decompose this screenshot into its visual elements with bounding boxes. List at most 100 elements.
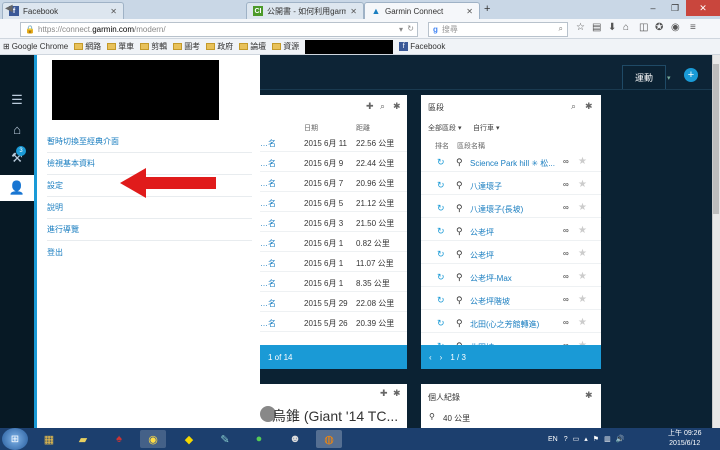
segment-name[interactable]: 公老坪-Max [470,273,562,284]
filter-all-segments[interactable]: 全部區段 ▾ [428,123,461,133]
tab-crossword[interactable]: CI 公開書 - 如何利用garmin... ✕ [246,2,364,19]
back-icon[interactable]: ◀ [5,3,13,14]
tab-blank[interactable] [124,2,246,19]
chrome-icon[interactable]: ◉ [140,430,166,448]
table-row[interactable]: …名 2015 6月 1 0.82 公里 [260,232,407,252]
search-icon[interactable]: ⌕ [380,101,385,112]
star-icon[interactable]: ★ [578,156,587,167]
reader-icon[interactable]: ▤ [592,22,601,33]
star-icon[interactable]: ★ [578,225,587,236]
segment-name[interactable]: 北田(心之芳館轉進) [470,319,562,330]
link-icon[interactable]: ∞ [563,180,569,189]
activity-name[interactable]: …名 [260,158,276,169]
bookmark-folder[interactable]: 圖考 [173,41,200,52]
filter-activity-type[interactable]: 自行車 ▾ [473,123,499,133]
activity-name[interactable]: …名 [260,318,276,329]
explorer-icon[interactable]: ▦ [36,430,62,448]
table-row[interactable]: …名 2015 6月 7 20.96 公里 [260,172,407,192]
link-icon[interactable]: ∞ [563,249,569,258]
activity-name[interactable]: …名 [260,278,276,289]
segment-name[interactable]: 公老坪 [470,250,562,261]
list-item[interactable]: ↻ ⚲ 北田(心之芳館轉進) ∞ ★ [421,313,601,333]
gear-title[interactable]: 烏錐 (Giant '14 TC... [272,406,398,426]
folder-icon[interactable]: ▰ [70,430,96,448]
star-icon[interactable]: ★ [578,294,587,305]
activity-name[interactable]: …名 [260,238,276,249]
list-item[interactable]: ↻ ⚲ 公老坪 ∞ ★ [421,244,601,264]
language-indicator[interactable]: EN [548,436,558,443]
volume-icon[interactable]: 🔊 [616,435,625,443]
table-row[interactable]: …名 2015 6月 5 21.12 公里 [260,192,407,212]
menu-item-tour[interactable]: 進行導覽 [47,219,252,241]
menu-icon[interactable]: ≡ [690,22,696,33]
gear-icon[interactable]: ✱ [393,101,401,112]
list-item[interactable]: ↻ ⚲ 公老坪 ∞ ★ [421,221,601,241]
bookmark-folder[interactable]: 單車 [107,41,134,52]
link-icon[interactable]: ∞ [563,272,569,281]
add-icon[interactable]: ✚ [366,101,374,112]
menu-item-classic[interactable]: 暫時切換至經典介面 [47,131,252,153]
start-button[interactable]: ⊞ [2,428,28,450]
link-icon[interactable]: ∞ [563,203,569,212]
chevron-left-icon[interactable]: ‹ [429,353,432,362]
add-icon[interactable]: + [684,68,698,82]
list-item[interactable]: ↻ ⚲ 八達壞子 ∞ ★ [421,175,601,195]
new-tab-icon[interactable]: + [484,3,490,15]
activities-pager[interactable]: 1 of 14 [260,345,407,369]
maximize-icon[interactable]: ❐ [664,0,686,16]
firefox-icon[interactable]: ◍ [316,430,342,448]
scrollbar-thumb[interactable] [713,64,719,214]
close-icon[interactable]: ✕ [110,7,117,16]
tab-activities[interactable]: 運動 [622,65,666,89]
download-icon[interactable]: ⬇ [608,22,616,33]
bookmark-folder[interactable]: 資源 [272,41,299,52]
list-item[interactable]: ↻ ⚲ Science Park hill ✳ 松... ∞ ★ [421,152,601,172]
close-icon[interactable]: ✕ [466,7,473,16]
table-row[interactable]: …名 2015 5月 29 22.08 公里 [260,292,407,312]
activity-name[interactable]: …名 [260,298,276,309]
cat-icon[interactable]: ☻ [282,430,308,448]
segment-name[interactable]: 八達壞子 [470,181,562,192]
hamburger-menu-icon[interactable]: ☰ [7,90,27,110]
bookmark-folder[interactable]: 政府 [206,41,233,52]
table-row[interactable]: …名 2015 5月 26 20.39 公里 [260,312,407,332]
bookmark-folder[interactable]: 網路 [74,41,101,52]
network-icon[interactable]: ▥ [604,435,611,443]
sticky-icon[interactable]: ◆ [176,430,202,448]
window-close-icon[interactable]: ✕ [686,0,720,16]
table-row[interactable]: …名 2015 6月 1 8.35 公里 [260,272,407,292]
keyboard-icon[interactable]: ▭ [573,435,580,443]
bookmark-facebook[interactable]: f Facebook [399,42,445,51]
list-item[interactable]: ↻ ⚲ 八達壞子(長坡) ∞ ★ [421,198,601,218]
segment-name[interactable]: 公老坪 [470,227,562,238]
flag-icon[interactable]: ⚑ [593,435,599,443]
bookmark-folder[interactable]: 論壇 [239,41,266,52]
list-item[interactable]: ↻ ⚲ 公老坪階坡 ∞ ★ [421,290,601,310]
bookmark-google-chrome[interactable]: ⊞ Google Chrome [3,42,68,51]
activity-name[interactable]: …名 [260,178,276,189]
chat-icon[interactable]: ◉ [671,22,680,33]
activity-name[interactable]: …名 [260,138,276,149]
link-icon[interactable]: ∞ [563,318,569,327]
link-icon[interactable]: ∞ [563,226,569,235]
line-icon[interactable]: ● [246,430,272,448]
activity-name[interactable]: …名 [260,258,276,269]
search-input[interactable]: g 搜尋 ⌕ [428,22,568,37]
cards-icon[interactable]: ♠ [106,430,132,448]
activity-name[interactable]: …名 [260,218,276,229]
gear-icon[interactable]: ✱ [393,388,401,399]
table-row[interactable]: …名 2015 6月 1 11.07 公里 [260,252,407,272]
tab-facebook[interactable]: f Facebook ✕ [2,2,124,19]
chevron-up-icon[interactable]: ▴ [584,435,588,443]
menu-item-logout[interactable]: 登出 [47,241,252,263]
gear-icon[interactable]: ✱ [585,101,593,112]
chevron-right-icon[interactable]: › [440,353,443,362]
help-icon[interactable]: ? [564,436,568,443]
star-icon[interactable]: ★ [578,271,587,282]
gear-icon[interactable]: ✱ [585,390,593,401]
search-icon[interactable]: ⌕ [571,101,576,112]
list-item[interactable]: ↻ ⚲ 公老坪-Max ∞ ★ [421,267,601,287]
star-icon[interactable]: ★ [578,202,587,213]
link-icon[interactable]: ∞ [563,157,569,166]
paint-icon[interactable]: ✎ [212,430,238,448]
